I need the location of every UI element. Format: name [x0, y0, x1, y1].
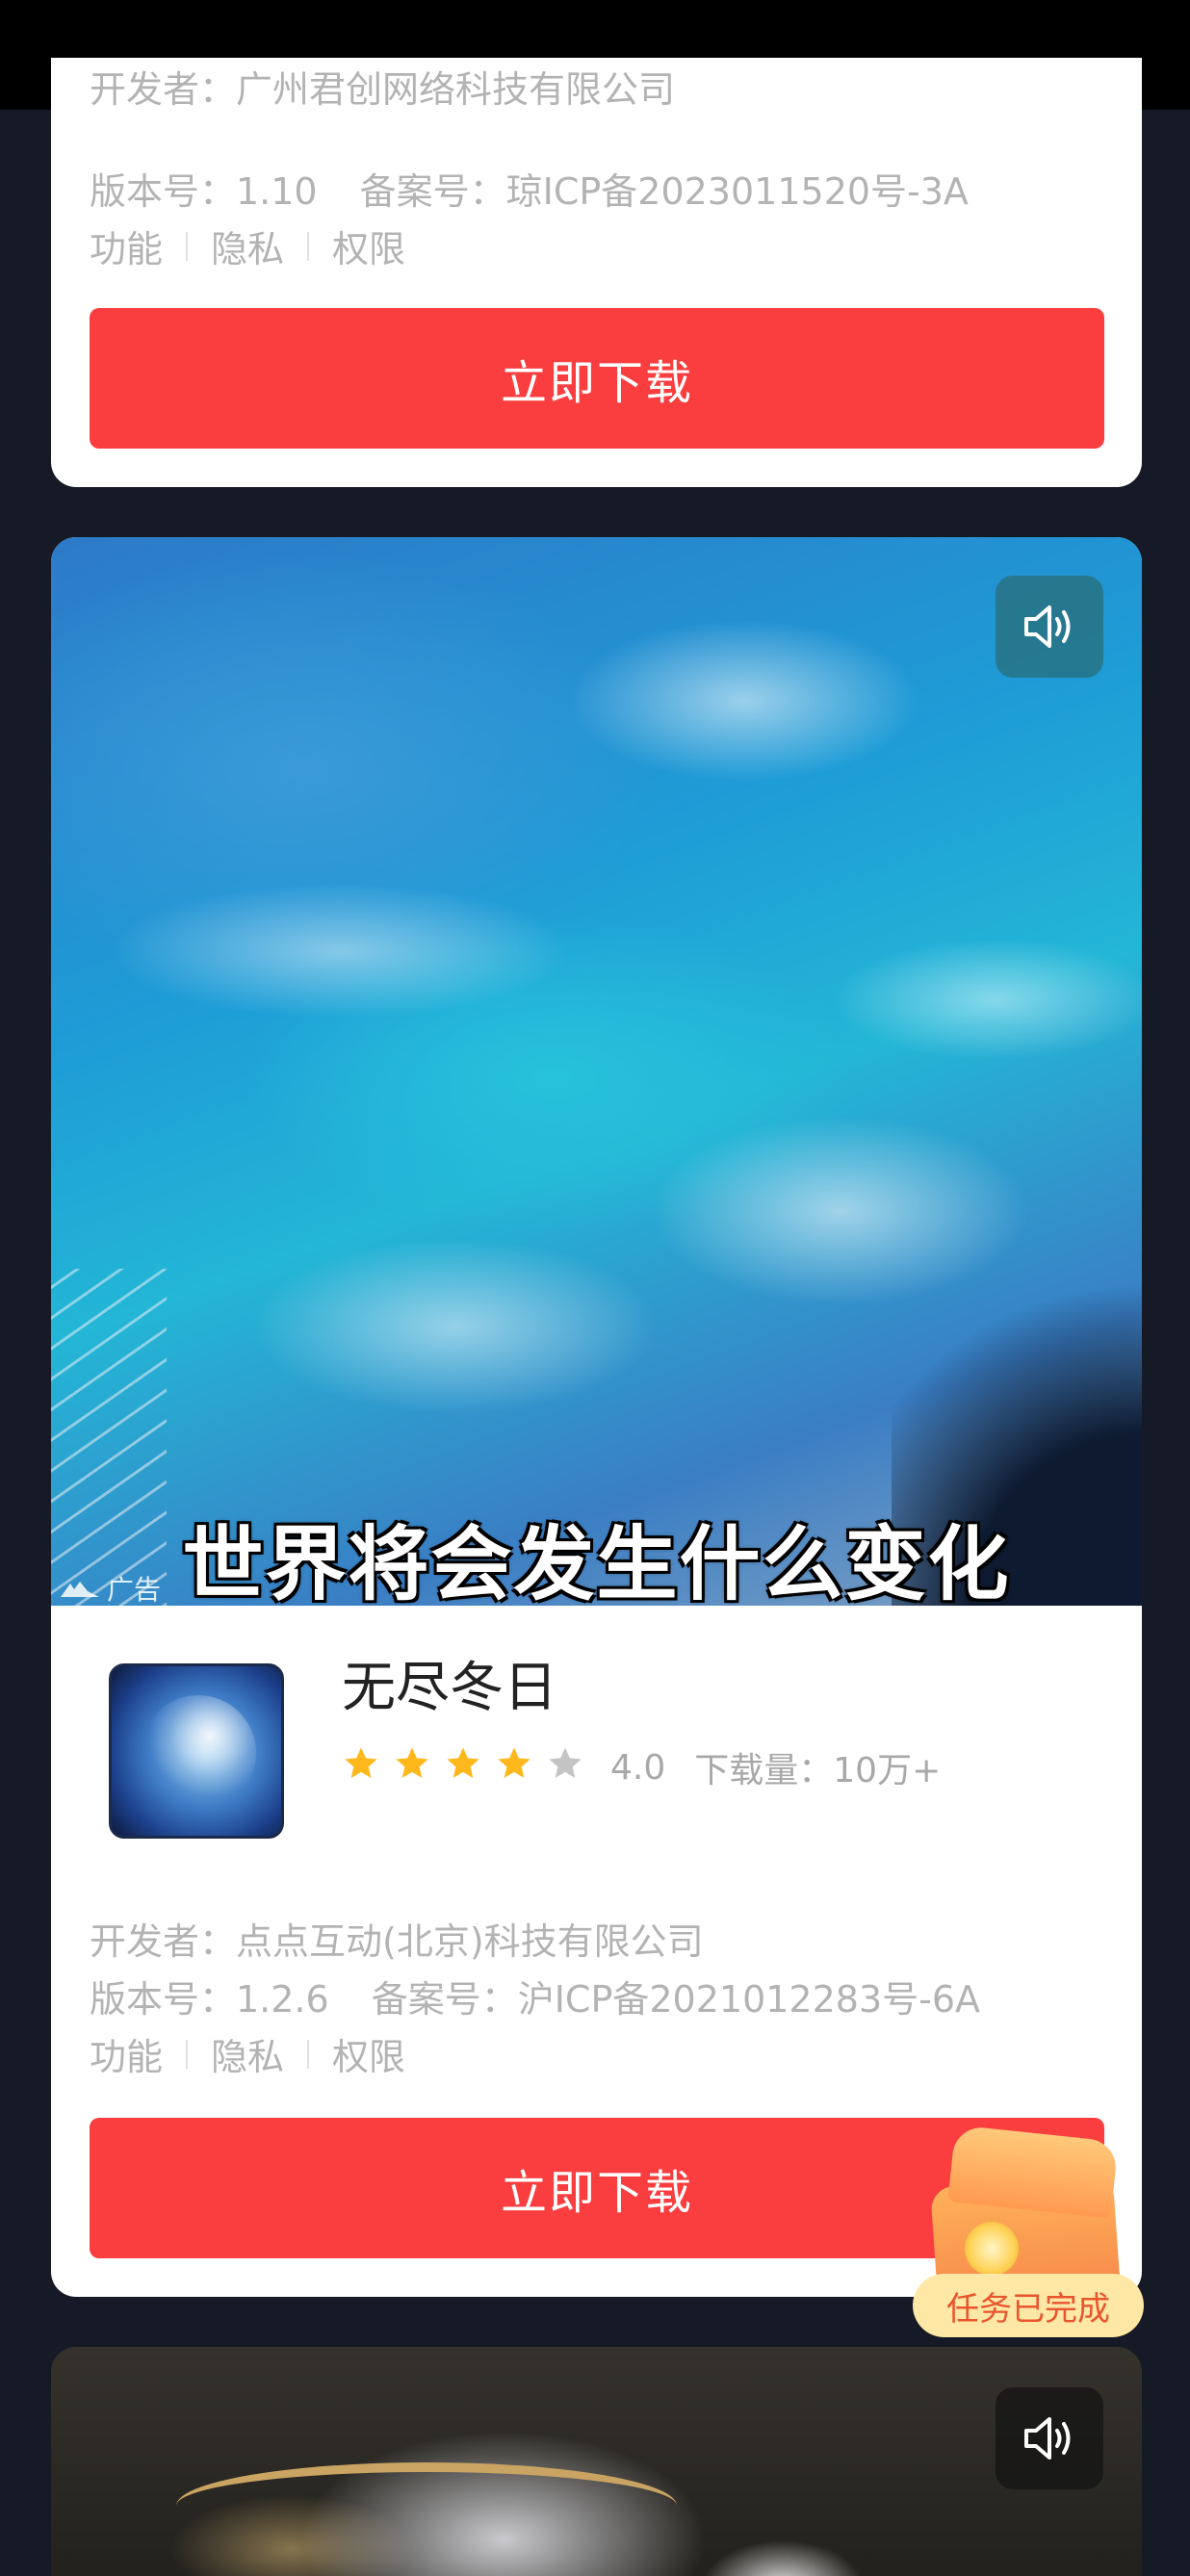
sound-icon [1024, 2417, 1071, 2460]
ad-video[interactable]: 广告 世界将会发生什么变化 [51, 537, 1142, 1606]
info-links: 功能 隐私 权限 [90, 2027, 405, 2080]
reward-widget[interactable]: 任务已完成 [913, 2125, 1144, 2337]
app-icon-highlight [141, 1695, 256, 1811]
ad-video[interactable] [51, 2347, 1142, 2576]
version-text: 版本号：1.2.6 [90, 1978, 329, 2021]
task-status-badge: 任务已完成 [913, 2274, 1144, 2337]
star-icon [345, 1746, 377, 1778]
app-icon[interactable] [109, 1663, 284, 1839]
divider [307, 231, 310, 261]
chest-lock [965, 2222, 1019, 2276]
rating-score: 4.0 [610, 1747, 666, 1788]
info-links: 功能 隐私 权限 [90, 219, 405, 272]
divider [186, 2039, 189, 2069]
star-icon [498, 1746, 530, 1778]
video-crown [176, 2462, 677, 2549]
download-button[interactable]: 立即下载 [90, 308, 1104, 449]
link-privacy[interactable]: 隐私 [211, 219, 284, 272]
sound-toggle-button[interactable] [996, 2387, 1103, 2489]
star-icon [549, 1746, 582, 1778]
ad-card-3 [51, 2347, 1142, 2576]
version-line: 版本号：1.10 备案号：琼ICP备2023011520号-3A [90, 162, 969, 215]
divider [186, 231, 189, 261]
version-text: 版本号：1.10 [90, 170, 318, 213]
video-subtitle: 世界将会发生什么变化 [182, 1517, 1011, 1606]
developer-text: 开发者：点点互动(北京)科技有限公司 [90, 1920, 704, 1963]
app-name: 无尽冬日 [342, 1657, 557, 1719]
link-function[interactable]: 功能 [90, 219, 163, 272]
link-function[interactable]: 功能 [90, 2027, 163, 2080]
icp-text: 备案号：沪ICP备2021012283号-6A [371, 1978, 981, 2021]
star-icon [447, 1746, 479, 1778]
star-icon [396, 1746, 428, 1778]
divider [307, 2039, 310, 2069]
download-count: 下载量：10万+ [694, 1751, 942, 1790]
rating-stars [342, 1744, 597, 1791]
ad-card-2: 广告 世界将会发生什么变化 无尽冬日 4.0 下载量：10万+ 开发者：点点互动… [51, 537, 1142, 2297]
developer-text: 开发者：广州君创网络科技有限公司 [90, 68, 676, 111]
icp-text: 备案号：琼ICP备2023011520号-3A [359, 170, 969, 213]
link-privacy[interactable]: 隐私 [211, 2027, 284, 2080]
link-permissions[interactable]: 权限 [332, 2027, 405, 2080]
sound-toggle-button[interactable] [996, 576, 1103, 678]
sound-icon [1024, 605, 1071, 648]
version-line: 版本号：1.2.6 备案号：沪ICP备2021012283号-6A [90, 1970, 980, 2022]
ad-card-1: 开发者：广州君创网络科技有限公司 版本号：1.10 备案号：琼ICP备202301… [51, 58, 1142, 487]
link-permissions[interactable]: 权限 [332, 219, 405, 272]
rating-row: 4.0 下载量：10万+ [342, 1742, 941, 1792]
